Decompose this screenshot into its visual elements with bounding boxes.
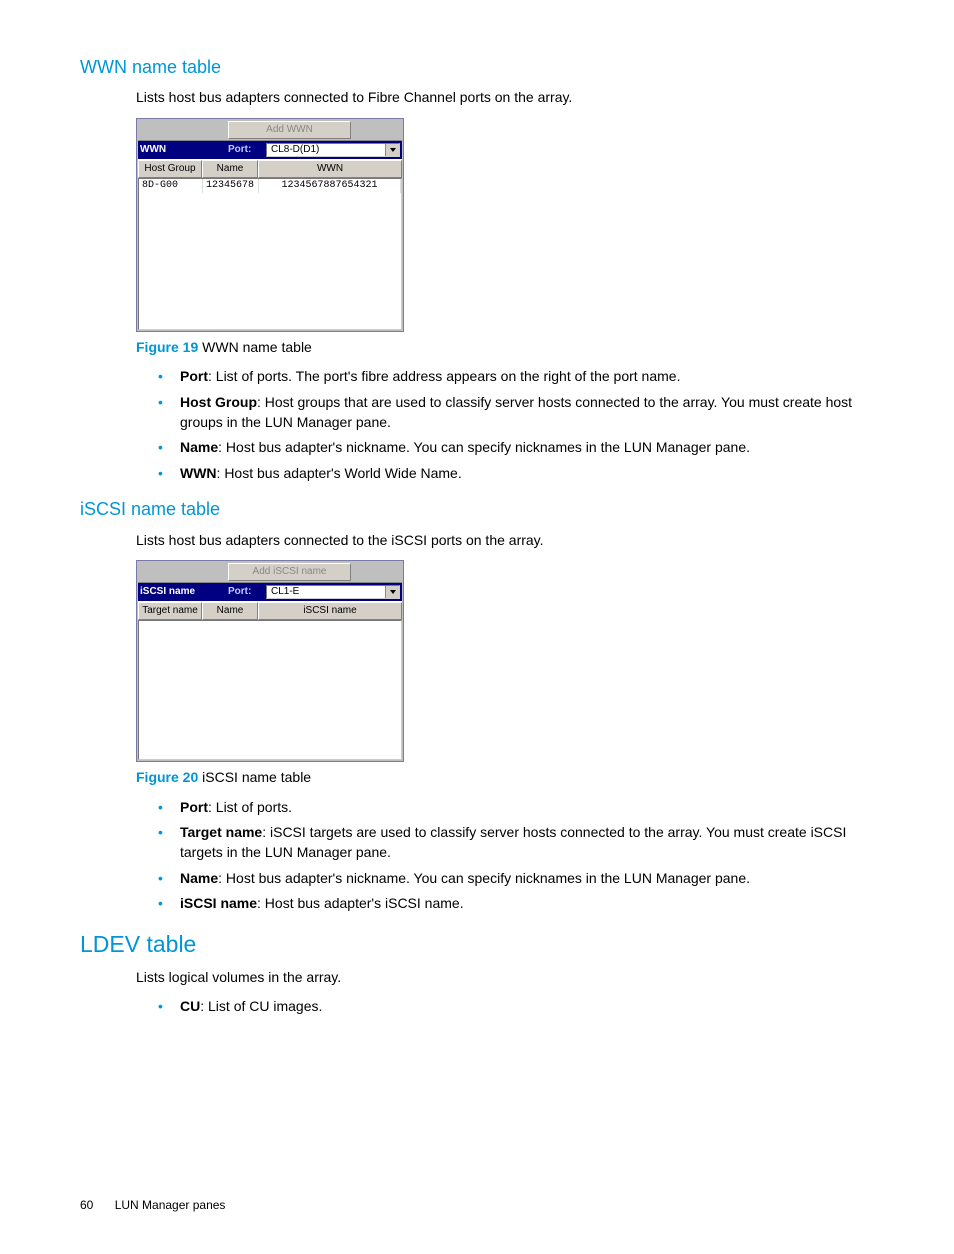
port-dropdown-iscsi[interactable]: CL1-E xyxy=(266,585,400,599)
chevron-down-icon[interactable] xyxy=(385,144,399,156)
col-wwn: WWN xyxy=(258,160,402,178)
wwn-col-headers: Host Group Name WWN xyxy=(138,159,402,178)
footer-section: LUN Manager panes xyxy=(115,1198,226,1212)
iscsi-rows xyxy=(138,620,402,760)
figure-text-19: WWN name table xyxy=(202,339,312,355)
chevron-down-icon[interactable] xyxy=(385,586,399,598)
add-wwn-button[interactable]: Add WWN xyxy=(228,121,351,139)
panel-gap xyxy=(352,562,402,582)
panel-title-iscsi: iSCSI name xyxy=(140,585,228,599)
wwn-panel: Add WWN WWN Port: CL8-D(D1) Host Group N… xyxy=(136,118,404,332)
iscsi-panel: Add iSCSI name iSCSI name Port: CL1-E Ta… xyxy=(136,560,404,762)
heading-ldev: LDEV table xyxy=(80,928,884,960)
heading-wwn: WWN name table xyxy=(80,55,884,80)
iscsi-bullets: Port: List of ports. Target name: iSCSI … xyxy=(158,798,884,914)
caption-iscsi: Figure 20 iSCSI name table xyxy=(136,768,884,788)
port-value-iscsi: CL1-E xyxy=(271,585,299,599)
cell-wwn: 1234567887654321 xyxy=(259,179,401,193)
list-item: Name: Host bus adapter's nickname. You c… xyxy=(158,438,884,458)
list-item: Target name: iSCSI targets are used to c… xyxy=(158,823,884,862)
list-item: iSCSI name: Host bus adapter's iSCSI nam… xyxy=(158,894,884,914)
intro-iscsi: Lists host bus adapters connected to the… xyxy=(136,531,884,551)
caption-wwn: Figure 19 WWN name table xyxy=(136,338,884,358)
panel-spacer xyxy=(138,120,228,140)
ldev-bullets: CU: List of CU images. xyxy=(158,997,884,1017)
figure-wwn: Add WWN WWN Port: CL8-D(D1) Host Group N… xyxy=(136,118,884,332)
port-value-wwn: CL8-D(D1) xyxy=(271,143,319,157)
panel-spacer xyxy=(138,562,228,582)
intro-ldev: Lists logical volumes in the array. xyxy=(136,968,884,988)
figure-num-19: Figure 19 xyxy=(136,339,198,355)
wwn-bullets: Port: List of ports. The port's fibre ad… xyxy=(158,367,884,483)
port-label: Port: xyxy=(228,143,266,157)
cell-hostgroup: 8D-G00 xyxy=(139,179,203,193)
figure-num-20: Figure 20 xyxy=(136,769,198,785)
cell-name: 12345678 xyxy=(203,179,259,193)
list-item: CU: List of CU images. xyxy=(158,997,884,1017)
intro-wwn: Lists host bus adapters connected to Fib… xyxy=(136,88,884,108)
list-item: Port: List of ports. xyxy=(158,798,884,818)
page-footer: 60 LUN Manager panes xyxy=(80,1197,884,1214)
col-name: Name xyxy=(202,602,258,620)
wwn-rows: 8D-G00 12345678 1234567887654321 xyxy=(138,178,402,330)
col-iscsiname: iSCSI name xyxy=(258,602,402,620)
port-dropdown-wwn[interactable]: CL8-D(D1) xyxy=(266,143,400,157)
col-targetname: Target name xyxy=(138,602,202,620)
port-label: Port: xyxy=(228,585,266,599)
col-name: Name xyxy=(202,160,258,178)
figure-text-20: iSCSI name table xyxy=(202,769,311,785)
list-item: WWN: Host bus adapter's World Wide Name. xyxy=(158,464,884,484)
col-hostgroup: Host Group xyxy=(138,160,202,178)
list-item: Port: List of ports. The port's fibre ad… xyxy=(158,367,884,387)
panel-title-wwn: WWN xyxy=(140,143,228,157)
table-row[interactable]: 8D-G00 12345678 1234567887654321 xyxy=(139,179,401,193)
heading-iscsi: iSCSI name table xyxy=(80,497,884,522)
add-iscsi-button[interactable]: Add iSCSI name xyxy=(228,563,351,581)
list-item: Name: Host bus adapter's nickname. You c… xyxy=(158,869,884,889)
figure-iscsi: Add iSCSI name iSCSI name Port: CL1-E Ta… xyxy=(136,560,884,762)
panel-gap xyxy=(352,120,402,140)
page-number: 60 xyxy=(80,1198,93,1212)
iscsi-col-headers: Target name Name iSCSI name xyxy=(138,601,402,620)
list-item: Host Group: Host groups that are used to… xyxy=(158,393,884,432)
